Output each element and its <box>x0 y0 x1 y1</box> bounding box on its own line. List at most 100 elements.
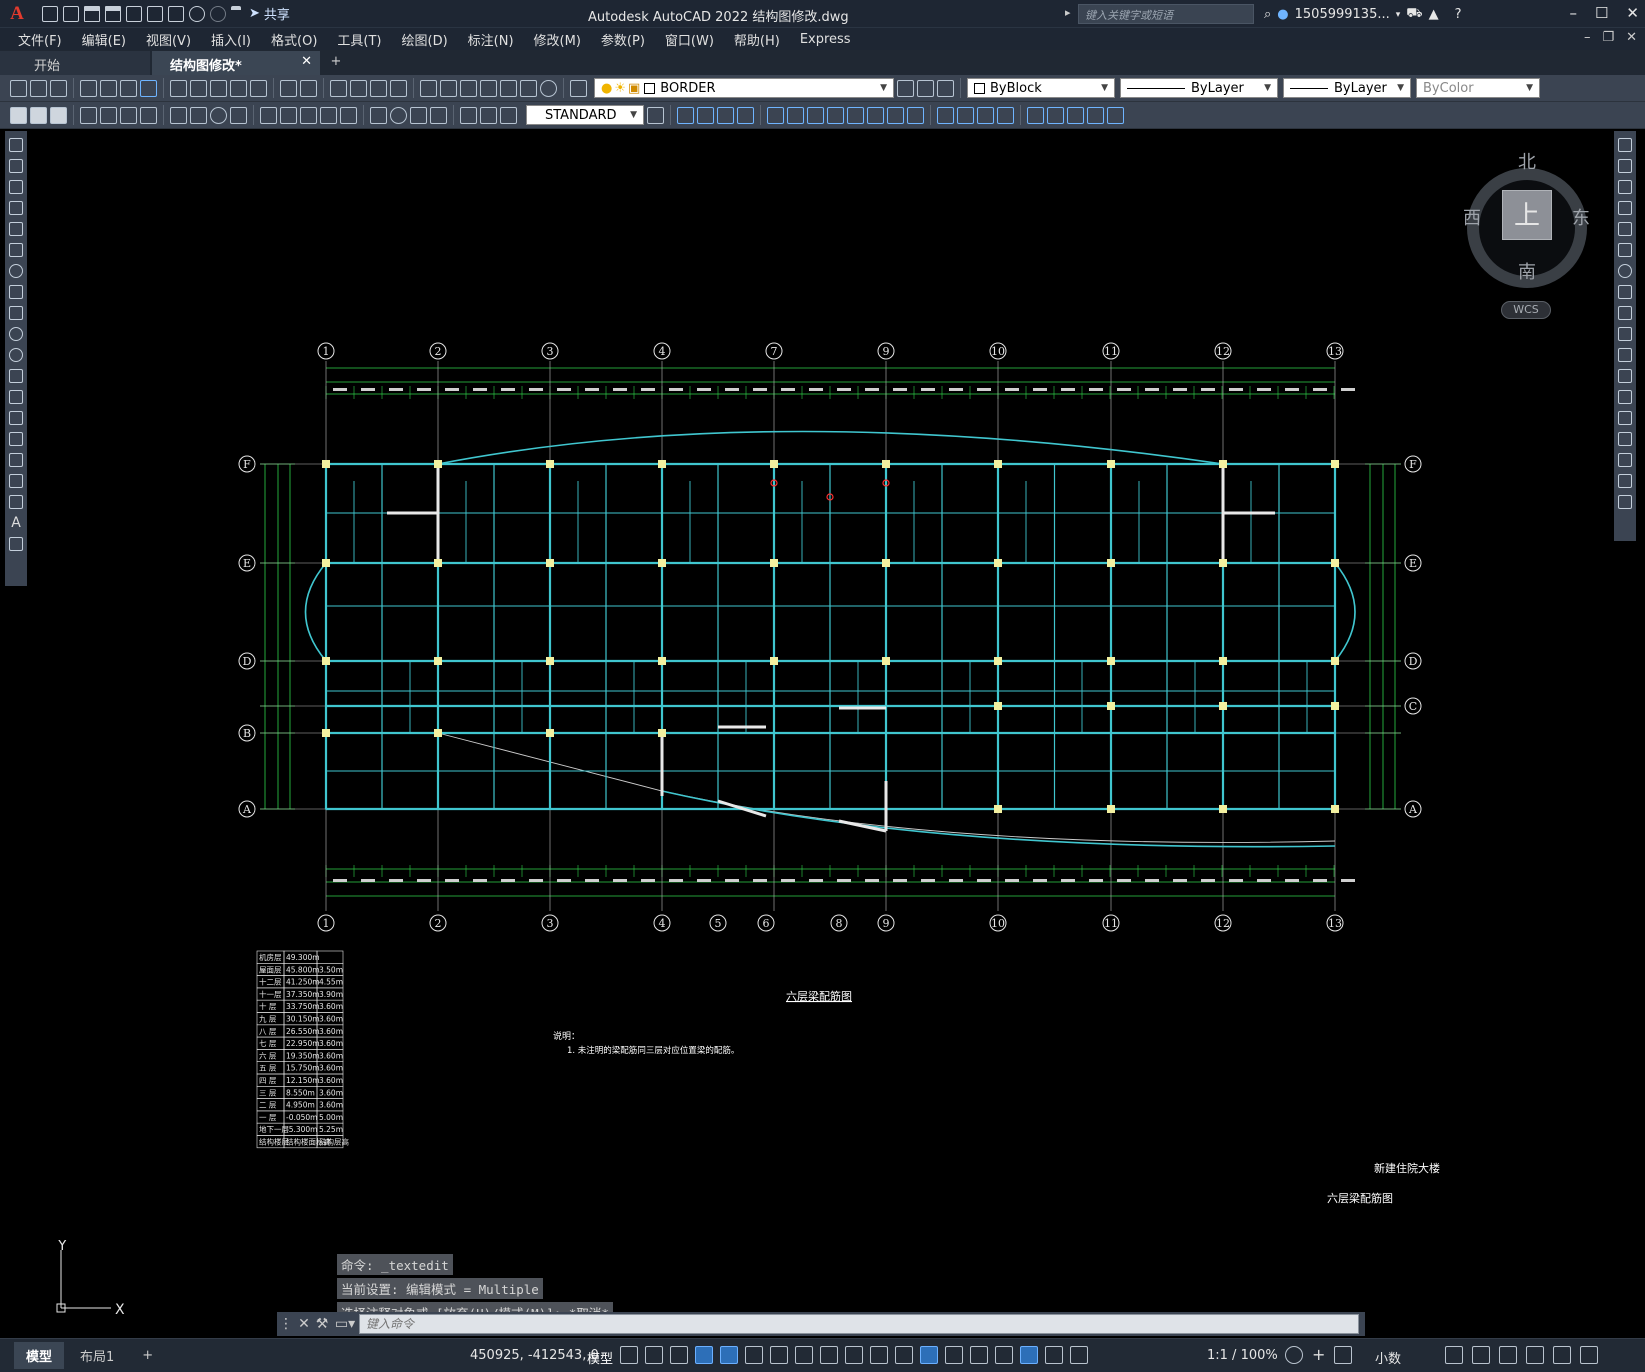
ellipse-icon[interactable] <box>9 327 23 341</box>
open-icon[interactable] <box>30 79 47 97</box>
sweep-icon[interactable] <box>807 106 824 124</box>
close-icon[interactable]: ✕ <box>295 1316 313 1332</box>
sheet-name[interactable]: 六层梁配筋图 <box>1327 1191 1393 1205</box>
mirror-icon[interactable] <box>1618 180 1632 194</box>
cone-icon[interactable] <box>717 106 734 124</box>
saveas-icon[interactable] <box>105 5 121 22</box>
layer-freeze-icon[interactable]: ☀ <box>614 81 626 96</box>
calculator-icon[interactable] <box>520 79 537 97</box>
blend-icon[interactable] <box>1618 474 1632 488</box>
region-icon[interactable] <box>9 474 23 488</box>
menu-tools[interactable]: 工具(T) <box>327 30 391 49</box>
units-icon[interactable] <box>1334 1346 1353 1364</box>
arc-icon[interactable] <box>9 243 23 257</box>
export-icon[interactable] <box>147 5 163 22</box>
line-icon[interactable] <box>9 138 23 152</box>
menu-edit[interactable]: 编辑(E) <box>72 30 136 49</box>
array-3d-icon[interactable] <box>1107 106 1124 124</box>
minimize-icon[interactable]: – <box>1569 4 1577 22</box>
explode-icon[interactable] <box>1618 495 1632 509</box>
lock-ui-icon[interactable] <box>1472 1346 1490 1364</box>
move-icon[interactable] <box>1618 243 1632 257</box>
zoom-realtime-icon[interactable] <box>350 79 367 97</box>
menu-file[interactable]: 文件(F) <box>8 30 72 49</box>
dim-aligned-icon[interactable] <box>100 106 117 124</box>
isolate-objects-icon[interactable] <box>1499 1346 1517 1364</box>
viewcube[interactable]: 上 北 南 东 西 WCS <box>1463 148 1593 323</box>
auto-scale-icon[interactable] <box>1045 1346 1063 1364</box>
color-combo[interactable]: ByBlock ▼ <box>967 78 1115 98</box>
undo-icon[interactable] <box>280 79 297 97</box>
menu-insert[interactable]: 插入(I) <box>201 30 261 49</box>
compass-north[interactable]: 北 <box>1518 148 1536 174</box>
subtract-icon[interactable] <box>887 106 904 124</box>
command-grip-icon[interactable]: ⋮ <box>277 1316 295 1332</box>
dim-edit-icon[interactable] <box>460 106 477 124</box>
inspection-icon[interactable] <box>410 106 427 124</box>
trim-icon[interactable] <box>1618 327 1632 341</box>
hatch-icon[interactable] <box>9 432 23 446</box>
polyline-icon[interactable] <box>9 180 23 194</box>
block-editor-icon[interactable] <box>250 79 267 97</box>
menu-express[interactable]: Express <box>790 32 861 47</box>
make-current-layer-icon[interactable] <box>897 79 914 97</box>
customization-icon[interactable] <box>1580 1346 1598 1364</box>
linetype-combo[interactable]: ByLayer ▼ <box>1120 78 1278 98</box>
menu-dimension[interactable]: 标注(N) <box>458 30 524 49</box>
box-icon[interactable] <box>677 106 694 124</box>
point-icon[interactable] <box>9 411 23 425</box>
make-block-icon[interactable] <box>9 390 23 404</box>
menu-parametric[interactable]: 参数(P) <box>591 30 655 49</box>
dim-space-icon[interactable] <box>320 106 337 124</box>
dim-radius-icon[interactable] <box>170 106 187 124</box>
slice-icon[interactable] <box>957 106 974 124</box>
snap-icon[interactable] <box>645 1346 663 1364</box>
notes-item[interactable]: 1. 未注明的梁配筋同三层对应位置梁的配筋。 <box>567 1045 739 1056</box>
layer-on-icon[interactable]: ● <box>601 81 612 96</box>
model-space-toggle[interactable]: 模型 <box>587 1348 613 1367</box>
lineweight-icon[interactable] <box>845 1346 863 1364</box>
object-snap-tracking-icon[interactable] <box>795 1346 813 1364</box>
undo-icon[interactable] <box>189 5 205 22</box>
layer-lock-icon[interactable]: ▣ <box>628 81 640 96</box>
app-logo-icon[interactable]: A <box>0 0 34 28</box>
dim-angular-icon[interactable] <box>230 106 247 124</box>
union-icon[interactable] <box>867 106 884 124</box>
isodraft-icon[interactable] <box>770 1346 788 1364</box>
doc-minimize-icon[interactable]: – <box>1584 30 1591 45</box>
copy-icon[interactable] <box>190 79 207 97</box>
cylinder-icon[interactable] <box>697 106 714 124</box>
close-icon[interactable]: ✕ <box>1626 4 1639 22</box>
open-icon[interactable] <box>63 5 79 22</box>
join-icon[interactable] <box>1618 411 1632 425</box>
match-properties-icon[interactable] <box>230 79 247 97</box>
layer-properties-icon[interactable] <box>570 79 587 97</box>
gradient-icon[interactable] <box>9 453 23 467</box>
dim-baseline-icon[interactable] <box>280 106 297 124</box>
menu-format[interactable]: 格式(O) <box>261 30 327 49</box>
maximize-icon[interactable]: ☐ <box>1595 4 1608 22</box>
spline-icon[interactable] <box>9 306 23 320</box>
dim-arc-icon[interactable] <box>120 106 137 124</box>
redo-icon[interactable] <box>300 79 317 97</box>
selection-filter-icon[interactable] <box>970 1346 988 1364</box>
transparency-icon[interactable] <box>870 1346 888 1364</box>
dim-continue-icon[interactable] <box>300 106 317 124</box>
recent-commands-icon[interactable]: ▭▾ <box>331 1316 359 1332</box>
print-icon[interactable] <box>168 5 184 22</box>
region-icon[interactable] <box>50 106 67 124</box>
scale-icon[interactable] <box>1618 285 1632 299</box>
dim-update-icon[interactable] <box>500 106 517 124</box>
tab-active-drawing[interactable]: 结构图修改* ✕ <box>152 51 320 75</box>
menu-view[interactable]: 视图(V) <box>136 30 201 49</box>
presspull-icon[interactable] <box>847 106 864 124</box>
gizmo-icon[interactable] <box>995 1346 1013 1364</box>
revolve-icon[interactable] <box>787 106 804 124</box>
loft-icon[interactable] <box>827 106 844 124</box>
move-3d-icon[interactable] <box>1027 106 1044 124</box>
doc-close-icon[interactable]: ✕ <box>1626 30 1637 45</box>
array-icon[interactable] <box>1618 222 1632 236</box>
dim-style-icon[interactable] <box>647 106 664 124</box>
plan-title[interactable]: 六层梁配筋图 <box>786 989 852 1003</box>
align-3d-icon[interactable] <box>1067 106 1084 124</box>
